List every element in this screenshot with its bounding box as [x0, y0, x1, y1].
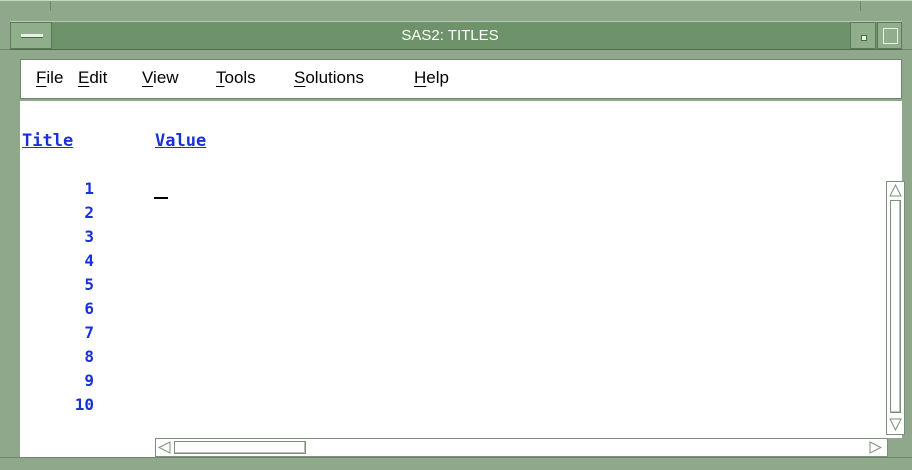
row-number: 5 [84, 275, 94, 294]
horizontal-scroll-thumb[interactable] [174, 441, 306, 454]
menu-view[interactable]: View [142, 68, 179, 88]
vertical-scroll-thumb[interactable] [890, 200, 901, 413]
row-number: 2 [84, 203, 94, 222]
row-number: 1 [84, 179, 94, 198]
arrow-down-icon[interactable] [889, 418, 902, 431]
window-bottom-frame[interactable] [0, 457, 912, 470]
row-number: 6 [84, 299, 94, 318]
row-number: 10 [74, 395, 94, 414]
row-number: 9 [84, 371, 94, 390]
sas-window: SAS2: TITLES File Edit View Tools Soluti… [0, 0, 912, 470]
value-input-cursor[interactable] [154, 197, 168, 199]
frame-tick [50, 1, 51, 11]
minimize-icon [861, 35, 867, 41]
scroll-corner [888, 438, 905, 457]
menu-help[interactable]: Help [414, 68, 449, 88]
column-header-value[interactable]: Value [155, 131, 206, 151]
row-number: 4 [84, 251, 94, 270]
arrow-left-icon[interactable] [158, 441, 171, 454]
horizontal-scrollbar[interactable] [155, 438, 888, 457]
maximize-button[interactable] [877, 22, 902, 49]
arrow-right-icon[interactable] [869, 441, 882, 454]
row-number: 8 [84, 347, 94, 366]
menu-bar: File Edit View Tools Solutions Help [20, 59, 902, 99]
maximize-icon [883, 28, 898, 44]
arrow-up-icon[interactable] [889, 184, 902, 197]
frame-tick [860, 1, 861, 11]
system-menu-button[interactable] [10, 22, 52, 49]
window-title: SAS2: TITLES [401, 27, 499, 44]
menu-tools[interactable]: Tools [216, 68, 256, 88]
row-number: 3 [84, 227, 94, 246]
frame-tick [0, 49, 10, 50]
minimize-button[interactable] [850, 22, 876, 49]
system-menu-icon [21, 34, 43, 38]
row-number: 7 [84, 323, 94, 342]
menu-solutions[interactable]: Solutions [294, 68, 364, 88]
frame-tick [902, 49, 912, 50]
vertical-scrollbar[interactable] [886, 181, 905, 435]
column-header-title[interactable]: Title [22, 131, 73, 151]
menu-edit[interactable]: Edit [78, 68, 107, 88]
menu-file[interactable]: File [36, 68, 63, 88]
titles-table: Title Value 1 2 3 4 5 6 7 8 9 10 [20, 101, 902, 457]
